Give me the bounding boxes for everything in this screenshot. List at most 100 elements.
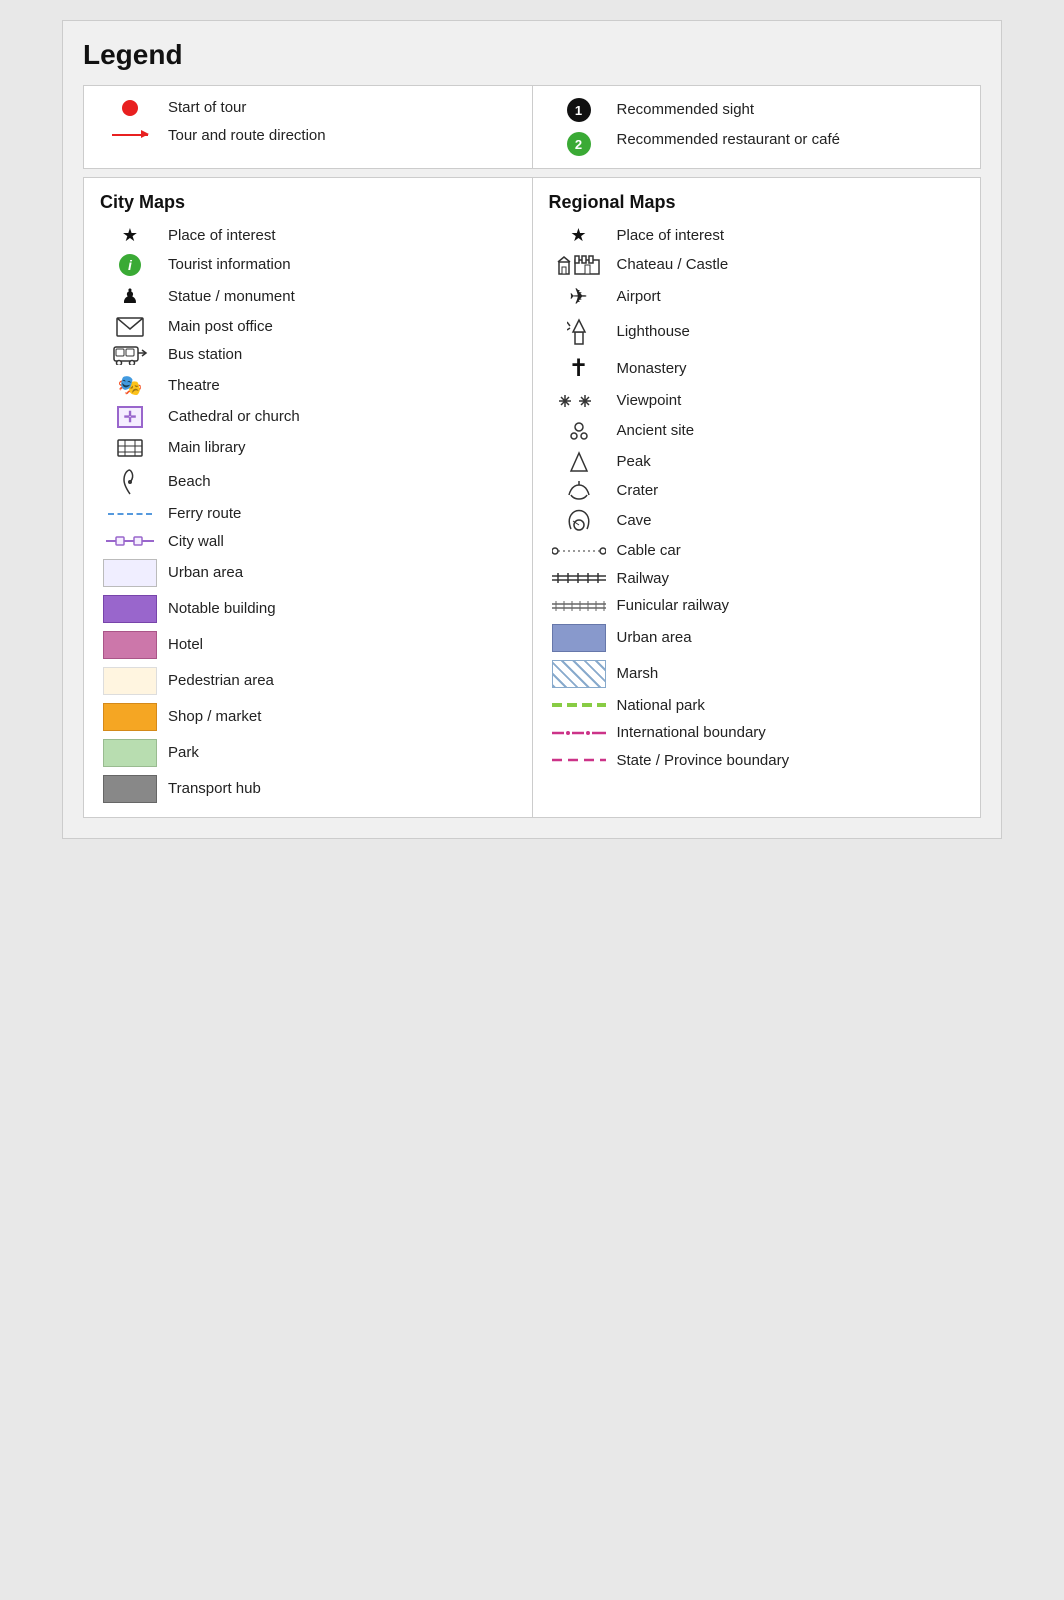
place-interest-city-icon: ★ [100,225,160,246]
bus-station-icon-cell [100,345,160,365]
marsh-box-icon [552,660,606,688]
num-2-icon: 2 [567,132,591,156]
national-park-label: National park [609,696,971,716]
crater-label: Crater [609,481,971,501]
place-interest-city-label: Place of interest [160,226,522,246]
tourist-info-row: i Tourist information [100,254,522,276]
chateau-castle-label: Chateau / Castle [609,255,971,275]
urban-area-regional-box-icon [552,624,606,652]
intl-boundary-line-icon [552,729,606,737]
city-wall-icon [106,534,154,548]
national-park-row: National park [549,696,971,716]
transport-hub-label: Transport hub [160,779,522,799]
place-interest-regional-row: ★ Place of interest [549,225,971,246]
cable-car-label: Cable car [609,541,971,561]
shop-market-icon-cell [100,703,160,731]
railway-label: Railway [609,569,971,589]
top-right-panel: 1 Recommended sight 2 Recommended restau… [533,86,981,168]
ferry-route-icon-cell [100,513,160,515]
pedestrian-area-row: Pedestrian area [100,667,522,695]
funicular-line-icon [552,599,606,613]
main-library-row: Main library [100,436,522,460]
route-direction-row: Tour and route direction [100,126,516,146]
main-section: City Maps ★ Place of interest i Tourist … [83,177,981,818]
hotel-row: Hotel [100,631,522,659]
state-province-boundary-row: State / Province boundary [549,751,971,771]
statue-monument-label: Statue / monument [160,287,522,307]
notable-building-row: Notable building [100,595,522,623]
ancient-site-icon [567,419,591,443]
airport-icon-cell: ✈ [549,284,609,310]
lighthouse-row: Lighthouse [549,318,971,346]
railway-row: Railway [549,569,971,589]
cave-icon [565,509,593,533]
recommended-sight-row: 1 Recommended sight [549,98,965,122]
chateau-castle-icon-cell [549,254,609,276]
top-left-panel: Start of tour Tour and route direction [84,86,533,168]
lighthouse-icon-cell [549,318,609,346]
state-province-boundary-icon-cell [549,756,609,764]
church-cross-icon: ✛ [117,406,143,428]
park-box-icon [103,739,157,767]
urban-area-city-icon-cell [100,559,160,587]
star-regional-icon: ★ [570,225,586,246]
crater-row: Crater [549,481,971,501]
transport-hub-box-icon [103,775,157,803]
theatre-row: 🎭 Theatre [100,373,522,398]
main-library-label: Main library [160,438,522,458]
chateau-icon [557,254,601,276]
city-maps-header: City Maps [100,192,522,213]
star-icon: ★ [122,225,138,246]
cave-label: Cave [609,511,971,531]
ancient-site-label: Ancient site [609,421,971,441]
transport-hub-icon-cell [100,775,160,803]
peak-icon [569,451,589,473]
city-wall-row: City wall [100,532,522,552]
main-post-office-icon-cell [100,317,160,337]
statue-monument-row: ♟ Statue / monument [100,284,522,309]
start-of-tour-row: Start of tour [100,98,516,118]
cave-icon-cell [549,509,609,533]
urban-area-regional-label: Urban area [609,628,971,648]
viewpoint-label: Viewpoint [609,391,971,411]
hotel-icon-cell [100,631,160,659]
pedestrian-area-icon-cell [100,667,160,695]
crater-icon-cell [549,481,609,501]
ancient-site-icon-cell [549,419,609,443]
urban-area-regional-row: Urban area [549,624,971,652]
railway-line-icon [552,571,606,585]
pedestrian-area-label: Pedestrian area [160,671,522,691]
park-icon-cell [100,739,160,767]
airplane-icon: ✈ [569,284,587,310]
main-post-office-label: Main post office [160,317,522,337]
statue-monument-icon-cell: ♟ [100,284,160,309]
cave-row: Cave [549,509,971,533]
city-wall-icon-cell [100,534,160,548]
recommended-sight-icon-cell: 1 [549,98,609,122]
library-icon [116,436,144,460]
place-interest-city-row: ★ Place of interest [100,225,522,246]
theatre-icon-cell: 🎭 [100,373,160,398]
bus-icon [112,345,148,365]
bus-station-label: Bus station [160,345,522,365]
cable-car-icon-cell [549,544,609,558]
place-interest-regional-icon-cell: ★ [549,225,609,246]
marsh-row: Marsh [549,660,971,688]
notable-building-label: Notable building [160,599,522,619]
main-post-office-row: Main post office [100,317,522,337]
ancient-site-row: Ancient site [549,419,971,443]
urban-area-city-label: Urban area [160,563,522,583]
marsh-pattern [553,661,605,687]
shop-market-box-icon [103,703,157,731]
funicular-railway-icon-cell [549,599,609,613]
cross-icon: ✝ [568,354,588,383]
marsh-label: Marsh [609,664,971,684]
urban-area-regional-icon-cell [549,624,609,652]
ferry-dashed-line-icon [108,513,152,515]
peak-row: Peak [549,451,971,473]
peak-icon-cell [549,451,609,473]
state-province-boundary-label: State / Province boundary [609,751,971,771]
park-row: Park [100,739,522,767]
red-arrow-icon [112,134,148,136]
pedestrian-area-box-icon [103,667,157,695]
